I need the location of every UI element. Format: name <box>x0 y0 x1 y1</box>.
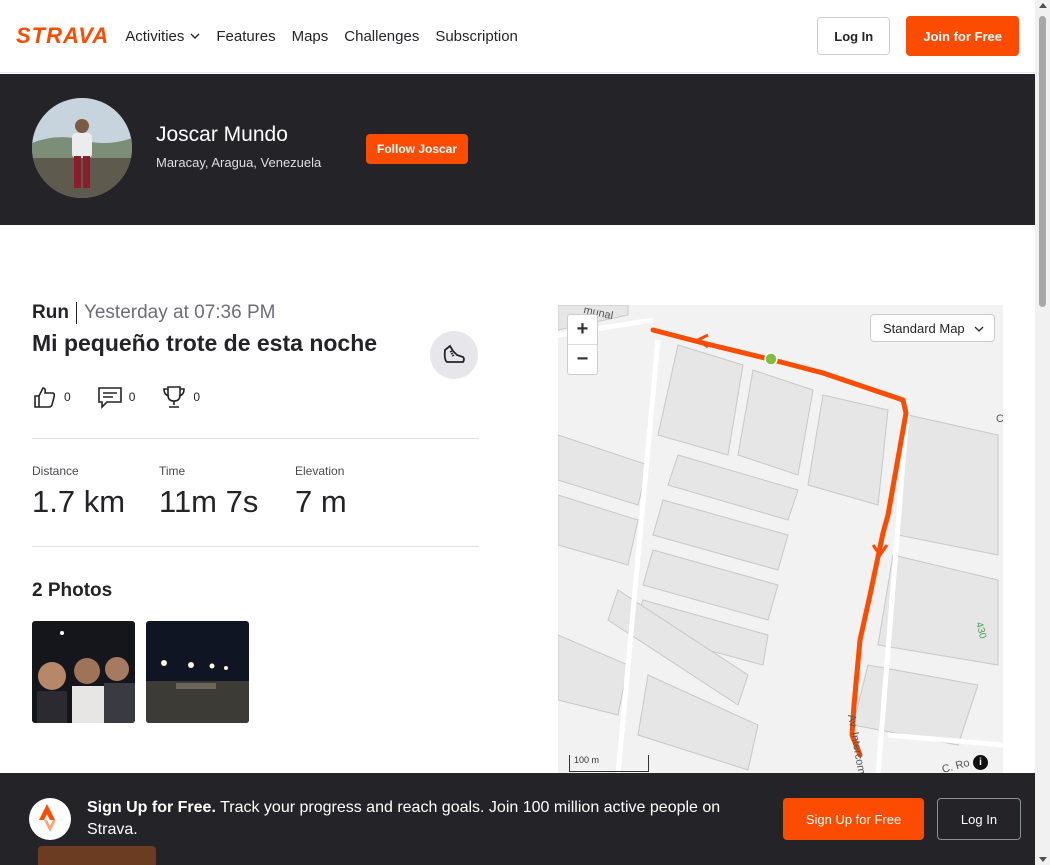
map-canvas: munal Av. Intercom C. Ro 430 C <box>558 305 1003 775</box>
follow-button[interactable]: Follow Joscar <box>366 134 469 164</box>
photos-heading: 2 Photos <box>32 580 113 601</box>
banner-login-button[interactable]: Log In <box>937 798 1021 840</box>
activity-title: Mi pequeño trote de esta noche <box>32 330 378 356</box>
obscured-button <box>38 846 156 865</box>
strava-logo[interactable]: STRAVA <box>16 23 109 49</box>
chevron-down-icon <box>190 33 200 39</box>
street-label: C <box>996 413 1003 425</box>
stat-value: 7 m <box>295 484 347 519</box>
stat-elevation: Elevation 7 m <box>295 464 347 520</box>
page-scrollbar[interactable] <box>1035 0 1050 865</box>
divider <box>32 546 479 547</box>
activity-meta: Run Yesterday at 07:36 PM <box>32 300 275 326</box>
shoe-button[interactable] <box>430 331 478 379</box>
thumbs-up-icon <box>34 387 56 408</box>
info-icon[interactable]: i <box>973 755 988 770</box>
nav-menu: Activities Features Maps Challenges Subs… <box>125 28 518 45</box>
activity-photo[interactable] <box>32 621 135 723</box>
shoe-icon <box>443 344 465 363</box>
join-button[interactable]: Join for Free <box>906 16 1019 56</box>
scroll-up-arrow[interactable] <box>1039 3 1047 8</box>
nav-activities-label: Activities <box>125 27 185 45</box>
strava-chevron-icon <box>39 804 56 832</box>
map-scale: 100 m <box>569 755 649 772</box>
trophy-icon <box>163 386 186 408</box>
activity-photo[interactable] <box>146 621 249 723</box>
zoom-out-button[interactable]: − <box>568 344 597 373</box>
nav-activities[interactable]: Activities <box>125 28 200 45</box>
achievement-count: 0 <box>193 390 201 404</box>
activity-time: Yesterday at 07:36 PM <box>83 302 276 323</box>
photo-thumbnail <box>146 621 249 723</box>
scroll-down-arrow[interactable] <box>1039 857 1047 862</box>
nav-features[interactable]: Features <box>216 28 275 45</box>
avatar-photo <box>32 98 132 198</box>
kudos-count: 0 <box>64 390 71 404</box>
start-marker <box>764 352 778 366</box>
stat-value: 1.7 km <box>32 484 126 519</box>
achievements[interactable]: 0 <box>161 384 200 410</box>
nav-challenges[interactable]: Challenges <box>344 28 419 45</box>
scroll-thumb[interactable] <box>1039 16 1046 307</box>
stat-label: Time <box>159 464 186 478</box>
stat-label: Elevation <box>295 464 345 478</box>
athlete-location: Maracay, Aragua, Venezuela <box>156 155 322 170</box>
divider <box>32 438 479 439</box>
kudos[interactable]: 0 <box>32 384 71 410</box>
activity-type: Run <box>32 302 77 324</box>
zoom-control: + − <box>567 314 598 375</box>
nav-subscription[interactable]: Subscription <box>435 28 518 45</box>
athlete-avatar[interactable] <box>32 98 132 198</box>
athlete-header: Joscar Mundo Maracay, Aragua, Venezuela … <box>0 74 1035 225</box>
comment-icon <box>97 387 122 409</box>
chevron-down-icon <box>974 326 984 332</box>
login-button[interactable]: Log In <box>817 17 891 55</box>
comment-count: 0 <box>128 390 136 404</box>
route-map[interactable]: munal Av. Intercom C. Ro 430 C + − Stand… <box>558 305 1003 775</box>
activity-stats: Distance 1.7 km Time 11m 7s Elevation 7 … <box>32 464 347 520</box>
signup-banner: Sign Up for Free. Track your progress an… <box>0 773 1035 865</box>
strava-app-icon <box>29 798 71 840</box>
nav-actions: Log In Join for Free <box>817 16 1019 56</box>
map-style-select[interactable]: Standard Map <box>870 314 995 342</box>
banner-message: Sign Up for Free. Track your progress an… <box>87 797 747 841</box>
map-style-label: Standard Map <box>883 320 965 336</box>
stat-value: 11m 7s <box>159 484 259 519</box>
nav-maps[interactable]: Maps <box>292 28 329 45</box>
stat-label: Distance <box>32 464 79 478</box>
comments[interactable]: 0 <box>97 384 136 410</box>
banner-headline: Sign Up for Free. <box>87 799 216 816</box>
social-stats: 0 0 0 <box>32 384 200 410</box>
banner-signup-button[interactable]: Sign Up for Free <box>783 798 924 840</box>
stat-time: Time 11m 7s <box>159 464 295 520</box>
top-nav: STRAVA Activities Features Maps Challeng… <box>0 0 1035 73</box>
athlete-name[interactable]: Joscar Mundo <box>156 123 288 147</box>
stat-distance: Distance 1.7 km <box>32 464 159 520</box>
zoom-in-button[interactable]: + <box>568 315 597 344</box>
photo-thumbnail <box>32 621 135 723</box>
